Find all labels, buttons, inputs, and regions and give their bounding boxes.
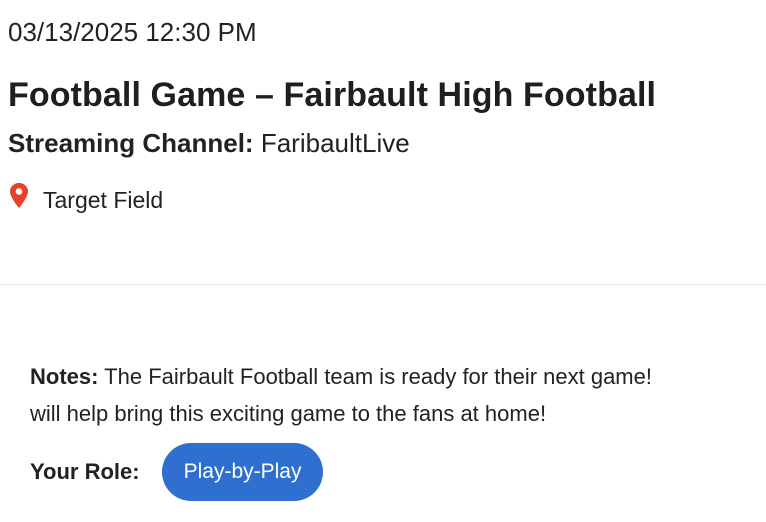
role-section: Your Role: Play-by-Play [30,443,324,501]
notes-section: Notes: The Fairbault Football team is re… [30,358,766,432]
section-divider [0,284,766,285]
streaming-channel-label: Streaming Channel: [8,128,254,158]
streaming-channel-value: FaribaultLive [260,128,410,158]
location-name: Target Field [43,187,164,213]
notes-text-1: The Fairbault Football team is ready for… [104,364,652,389]
notes-label: Notes: [30,364,99,389]
notes-line-1: Notes: The Fairbault Football team is re… [30,358,766,395]
event-datetime: 03/13/2025 12:30 PM [8,17,257,47]
event-location: Target Field [8,182,163,218]
role-button[interactable]: Play-by-Play [161,443,324,501]
map-pin-icon [8,182,30,210]
role-label: Your Role: [30,459,140,484]
streaming-channel: Streaming Channel: FaribaultLive [8,125,410,161]
notes-line-2: will help bring this exciting game to th… [30,401,547,426]
event-title: Football Game – Fairbault High Football [8,76,657,114]
